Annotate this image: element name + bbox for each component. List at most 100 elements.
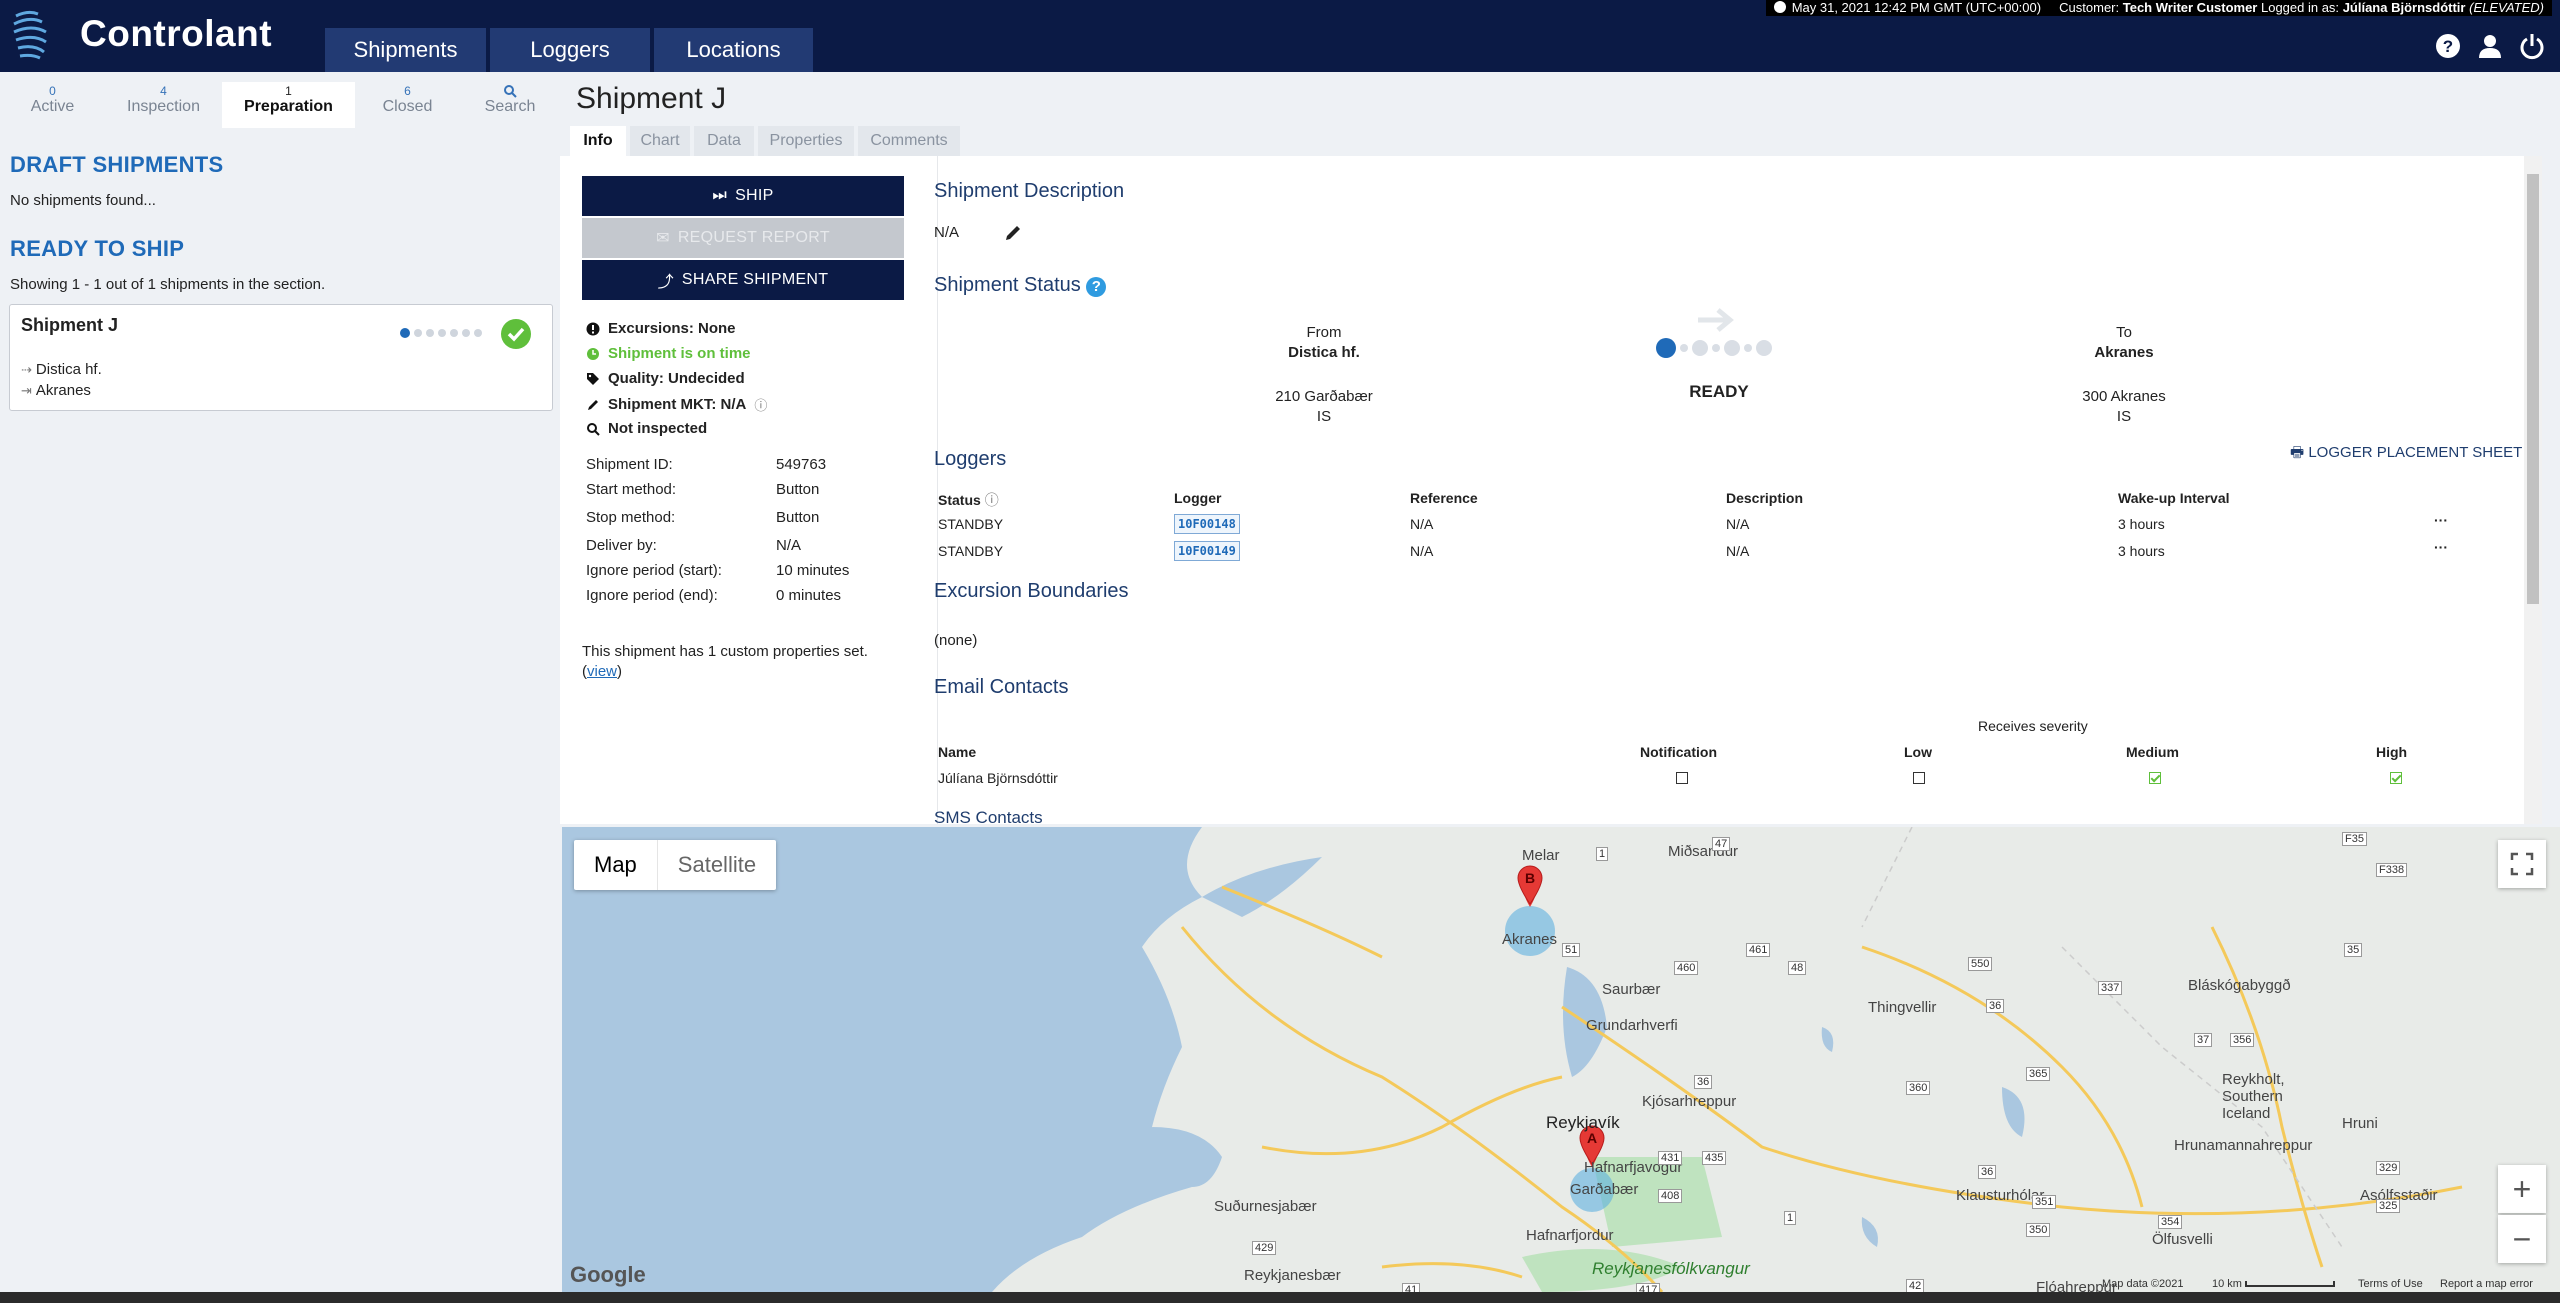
road-number: 37 <box>2194 1033 2213 1047</box>
help-icon[interactable]: ? <box>2434 32 2462 60</box>
excursion-heading: Excursion Boundaries <box>934 580 1129 602</box>
logger-status: STANDBY <box>938 516 1004 532</box>
logger-id[interactable]: 10F00148 <box>1174 514 1240 534</box>
col-description: Description <box>1726 490 1804 506</box>
detail-shipment-id: Shipment ID: 549763 <box>586 456 827 473</box>
tab-comments[interactable]: Comments <box>858 126 960 156</box>
envelope-icon: ✉ <box>656 230 670 247</box>
road-number: 325 <box>2376 1199 2401 1213</box>
progress-dots <box>400 328 482 338</box>
road-number: 35 <box>2344 943 2363 957</box>
ship-button[interactable]: ⏭ SHIP <box>582 176 904 216</box>
col-low: Low <box>1904 744 1932 760</box>
customer-label: Customer: <box>2059 0 2120 15</box>
section-tab-preparation[interactable]: 1 Preparation <box>222 82 355 128</box>
zoom-out-button[interactable]: − <box>2498 1215 2546 1263</box>
report-map-error-link[interactable]: Report a map error <box>2440 1278 2533 1290</box>
nav-tab-shipments[interactable]: Shipments <box>325 28 486 72</box>
map-place: Garðabær <box>1570 1181 1639 1198</box>
panel-scrollbar[interactable] <box>2524 156 2542 824</box>
request-report-button[interactable]: ✉ REQUEST REPORT <box>582 218 904 258</box>
google-logo: Google <box>570 1262 646 1287</box>
road-number: 460 <box>1674 961 1699 975</box>
road-number: 36 <box>1978 1165 1997 1179</box>
shipment-card[interactable]: Shipment J ⇢ Distica hf. ⇥ Akranes <box>9 304 553 411</box>
logger-id[interactable]: 10F00149 <box>1174 541 1240 561</box>
mkt-status: Shipment MKT: N/A ⓘ <box>586 395 767 414</box>
road-number: 41 <box>1402 1283 1421 1292</box>
ready-count-text: Showing 1 - 1 out of 1 shipments in the … <box>10 276 326 293</box>
power-icon[interactable] <box>2518 32 2546 60</box>
excursion-value: (none) <box>934 632 978 649</box>
from-label: From <box>1306 324 1342 341</box>
fullscreen-icon[interactable] <box>2498 840 2546 888</box>
nav-tab-loggers[interactable]: Loggers <box>490 28 650 72</box>
map-type-map[interactable]: Map <box>574 840 658 890</box>
user-icon[interactable] <box>2476 32 2504 60</box>
ready-to-ship-heading: READY TO SHIP <box>10 236 185 261</box>
road-number: 429 <box>1252 1241 1277 1255</box>
marker-b[interactable]: B <box>1517 865 1543 905</box>
edit-icon[interactable] <box>1004 224 1022 242</box>
draft-shipments-heading: DRAFT SHIPMENTS <box>10 152 224 177</box>
more-icon[interactable]: ··· <box>2434 512 2448 528</box>
nav-tab-locations[interactable]: Locations <box>654 28 813 72</box>
map-place: Reykjanesbær <box>1244 1267 1341 1284</box>
high-checkbox[interactable] <box>2390 772 2402 784</box>
route-map[interactable]: B A Melar Miðsandur Akranes Saurbær Thin… <box>562 827 2560 1292</box>
status-heading: Shipment Status ? <box>934 274 1107 297</box>
section-tab-inspection[interactable]: 4 Inspection <box>105 82 222 128</box>
logger-description: N/A <box>1726 543 1750 559</box>
svg-text:B: B <box>1525 870 1535 886</box>
road-number: 356 <box>2230 1033 2255 1047</box>
tab-chart[interactable]: Chart <box>630 126 690 156</box>
road-number: 550 <box>1968 957 1993 971</box>
app-name: Controlant <box>80 13 273 54</box>
info-icon[interactable]: ⓘ <box>985 492 999 508</box>
road-number: 1 <box>1596 847 1609 861</box>
top-icons: ? <box>2434 32 2546 60</box>
map-place: Reykjanesfólkvangur <box>1592 1259 1750 1278</box>
datetime: May 31, 2021 12:42 PM GMT (UTC+00:00) <box>1791 0 2042 15</box>
view-properties-link[interactable]: view <box>587 663 617 680</box>
fast-forward-icon: ⏭ <box>712 187 728 204</box>
to-name: Akranes <box>2094 344 2154 361</box>
more-icon[interactable]: ··· <box>2434 539 2448 555</box>
terms-link[interactable]: Terms of Use <box>2358 1278 2423 1290</box>
road-number: 329 <box>2376 1161 2401 1175</box>
zoom-in-button[interactable]: + <box>2498 1165 2546 1213</box>
controlant-logo-icon <box>13 10 47 60</box>
clock-icon <box>1773 1 1786 13</box>
map-type-control: Map Satellite <box>574 840 777 890</box>
page-title: Shipment J <box>576 82 727 115</box>
info-icon[interactable]: ⓘ <box>754 395 767 414</box>
road-number: 42 <box>1906 1279 1925 1292</box>
section-tab-search[interactable]: Search <box>460 82 560 128</box>
help-circle-icon[interactable]: ? <box>1086 277 1107 297</box>
road-number: 47 <box>1712 837 1731 851</box>
map-place: Melar <box>1522 847 1560 864</box>
map-place: Suðurnesjabær <box>1214 1198 1317 1215</box>
origin-line: ⇢ Distica hf. <box>21 361 102 378</box>
tab-data[interactable]: Data <box>694 126 754 156</box>
logo[interactable]: Controlant <box>8 6 272 62</box>
notification-checkbox[interactable] <box>1676 772 1688 784</box>
map-type-satellite[interactable]: Satellite <box>658 840 776 890</box>
medium-checkbox[interactable] <box>2149 772 2161 784</box>
customer-name: Tech Writer Customer <box>2122 0 2258 15</box>
road-number: 360 <box>1906 1081 1931 1095</box>
shipment-detail: Shipment J Info Chart Data Properties Co… <box>560 72 2560 828</box>
section-tab-closed[interactable]: 6 Closed <box>355 82 460 128</box>
section-tab-active[interactable]: 0 Active <box>0 82 105 128</box>
tab-info[interactable]: Info <box>570 126 626 156</box>
info-panel: ⏭ SHIP ✉ REQUEST REPORT ⤴ SHARE SHIPMENT Ex… <box>560 156 2542 824</box>
tab-properties[interactable]: Properties <box>758 126 854 156</box>
map-place: Thingvellir <box>1868 999 1937 1016</box>
description-value: N/A <box>934 224 960 241</box>
low-checkbox[interactable] <box>1913 772 1925 784</box>
map-place: Ölfusvelli <box>2152 1231 2213 1248</box>
top-bar: Controlant Shipments Loggers Locations M… <box>0 0 2560 72</box>
share-shipment-button[interactable]: ⤴ SHARE SHIPMENT <box>582 260 904 300</box>
detail-deliver-by: Deliver by: N/A <box>586 537 802 554</box>
logger-placement-sheet-button[interactable]: 🖶 LOGGER PLACEMENT SHEET <box>2290 442 2522 467</box>
